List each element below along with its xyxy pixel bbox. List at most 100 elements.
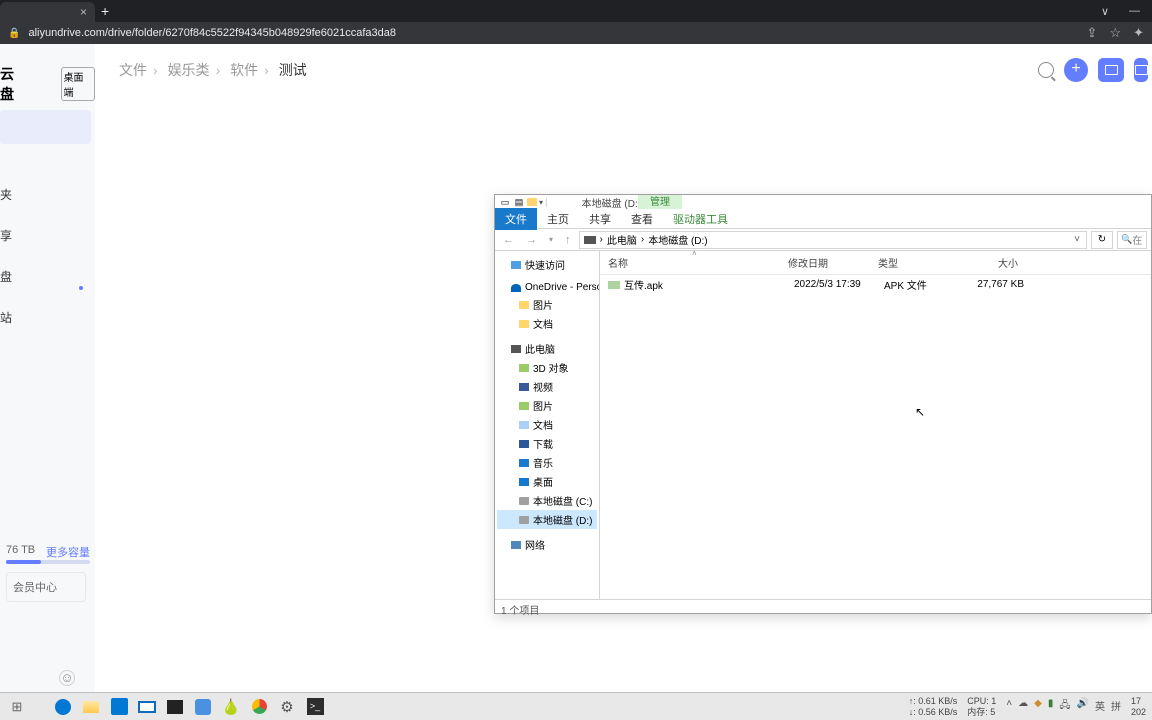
breadcrumb-current: 测试 (279, 62, 307, 78)
tree-pictures2[interactable]: 图片 (497, 396, 597, 415)
qat-dropdown-icon[interactable]: ▾ (539, 198, 543, 207)
tree-desktop[interactable]: 桌面 (497, 472, 597, 491)
tray-network-icon[interactable]: 🖧 (1059, 698, 1070, 715)
clock[interactable]: 17 202 (1131, 696, 1146, 718)
extensions-icon[interactable]: ✦ (1133, 25, 1144, 41)
file-size: 27,767 KB (964, 279, 1024, 290)
aliyun-drive-page: 云盘 桌面端 夹 享 盘 站 76 TB 更多容量 会员中心 ☺ 文件› 娱乐类… (0, 44, 1152, 692)
url-text[interactable]: aliyundrive.com/drive/folder/6270f84c552… (28, 27, 1078, 39)
more-button[interactable] (1134, 58, 1148, 82)
ribbon-tab-share[interactable]: 共享 (579, 208, 621, 230)
refresh-icon[interactable]: ↻ (1091, 231, 1113, 249)
search-icon[interactable] (1038, 62, 1054, 78)
ime-en[interactable]: 英 (1095, 698, 1105, 715)
minimize-icon[interactable]: ∨ (1101, 5, 1109, 18)
feedback-icon[interactable]: ☺ (59, 670, 75, 686)
tree-onedrive[interactable]: OneDrive - Persona (497, 280, 597, 295)
tray-app-icon[interactable]: ▮ (1048, 698, 1054, 715)
ribbon-manage-label: 管理 (638, 195, 682, 209)
tree-this-pc[interactable]: 此电脑 (497, 339, 597, 358)
add-button[interactable]: + (1064, 58, 1088, 82)
taskbar-calendar-icon[interactable] (108, 696, 130, 718)
tree-music[interactable]: 音乐 (497, 453, 597, 472)
tray-volume-icon[interactable]: 🔊 (1077, 698, 1089, 715)
taskbar-yu-icon[interactable] (192, 696, 214, 718)
member-center-button[interactable]: 会员中心 (6, 572, 86, 602)
tree-videos[interactable]: 视频 (497, 377, 597, 396)
ribbon-tab-home[interactable]: 主页 (537, 208, 579, 230)
desktop-client-button[interactable]: 桌面端 (61, 67, 95, 101)
file-row[interactable]: 互传.apk 2022/5/3 17:39 APK 文件 27,767 KB (600, 275, 1151, 294)
taskbar-mail-icon[interactable] (136, 696, 158, 718)
taskbar-settings-icon[interactable]: ⚙ (276, 696, 298, 718)
taskbar-terminal-icon[interactable]: >_ (304, 696, 326, 718)
system-tray: ↑: 0.61 KB/s ↓: 0.56 KB/s CPU: 1 内存: 5 ˄… (909, 696, 1146, 718)
tray-chevron-icon[interactable]: ˄ (1006, 698, 1012, 715)
column-date[interactable]: 修改日期 (788, 255, 878, 270)
sidebar-item-drive[interactable]: 盘 (0, 256, 95, 297)
path-dropdown-icon[interactable]: ˅ (1074, 234, 1080, 245)
close-hint-icon[interactable]: — (1129, 5, 1140, 18)
explorer-search-input[interactable]: 🔍在 (1117, 231, 1147, 249)
tree-pictures[interactable]: 图片 (497, 295, 597, 314)
path-box[interactable]: › 此电脑 › 本地磁盘 (D:) ˅ (579, 231, 1087, 249)
breadcrumb-item[interactable]: 娱乐类 (168, 62, 210, 78)
tree-documents[interactable]: 文档 (497, 314, 597, 333)
storage-info: 76 TB 更多容量 会员中心 (0, 544, 96, 602)
column-size[interactable]: 大小 (958, 255, 1018, 270)
tree-quick-access[interactable]: 快速访问 (497, 255, 597, 274)
ribbon-tab-file[interactable]: 文件 (495, 208, 537, 230)
sidebar-item-favorites[interactable]: 夹 (0, 174, 95, 215)
share-icon[interactable]: ⇪ (1087, 25, 1098, 41)
lock-icon: 🔒 (8, 28, 20, 39)
tree-drive-c[interactable]: 本地磁盘 (C:) (497, 491, 597, 510)
breadcrumb-item[interactable]: 文件 (119, 62, 147, 78)
explorer-status-bar: 1 个项目 (495, 599, 1151, 615)
start-button[interactable]: ⊞ (6, 696, 28, 718)
path-segment[interactable]: 本地磁盘 (D:) (648, 232, 707, 247)
more-capacity-link[interactable]: 更多容量 (46, 544, 90, 560)
system-menu-icon[interactable]: ▭ (499, 196, 511, 208)
taskbar-chrome-icon[interactable] (248, 696, 270, 718)
path-segment[interactable]: 此电脑 (607, 232, 637, 247)
properties-icon[interactable]: ▤ (513, 196, 525, 208)
explorer-window: 管理 ▭ ▤ ▾ | 本地磁盘 (D:) 文件 主页 共享 查看 驱动器工具 ←… (494, 194, 1152, 614)
nav-up-icon[interactable]: ↑ (561, 234, 575, 246)
taskbar-edge-icon[interactable] (52, 696, 74, 718)
tree-downloads[interactable]: 下载 (497, 434, 597, 453)
nav-back-icon[interactable]: ← (499, 234, 518, 246)
column-type[interactable]: 类型 (878, 255, 958, 270)
taskbar-pear-icon[interactable]: 🍐 (220, 696, 242, 718)
transfer-button[interactable] (1098, 58, 1124, 82)
aliyun-toolbar: + (1038, 58, 1148, 82)
folder-icon[interactable] (527, 198, 537, 206)
tree-3d-objects[interactable]: 3D 对象 (497, 358, 597, 377)
tree-docs2[interactable]: 文档 (497, 415, 597, 434)
apk-file-icon (608, 281, 620, 289)
sidebar-item-recycle[interactable]: 站 (0, 297, 95, 338)
sidebar-item-files[interactable] (0, 110, 91, 144)
star-icon[interactable]: ☆ (1109, 25, 1121, 41)
column-name[interactable]: 名称 (608, 255, 788, 270)
breadcrumb: 文件› 娱乐类› 软件› 测试 (119, 60, 1152, 80)
tree-drive-d[interactable]: 本地磁盘 (D:) (497, 510, 597, 529)
ribbon-tab-view[interactable]: 查看 (621, 208, 663, 230)
new-tab-button[interactable]: + (95, 3, 115, 19)
taskbar-images-icon[interactable] (164, 696, 186, 718)
tree-network[interactable]: 网络 (497, 535, 597, 554)
ribbon-tab-drivetools[interactable]: 驱动器工具 (663, 208, 738, 230)
network-stats: ↑: 0.61 KB/s ↓: 0.56 KB/s (909, 696, 958, 718)
browser-tab[interactable]: × (0, 2, 95, 22)
breadcrumb-item[interactable]: 软件 (230, 62, 258, 78)
tray-security-icon[interactable]: ◆ (1034, 698, 1042, 715)
sidebar-item-share[interactable]: 享 (0, 215, 95, 256)
tab-close-icon[interactable]: × (80, 5, 87, 19)
tray-cloud-icon[interactable]: ☁ (1018, 698, 1028, 715)
file-name: 互传.apk (624, 277, 794, 292)
ime-pinyin[interactable]: 拼 (1111, 698, 1121, 715)
nav-forward-icon[interactable]: → (522, 234, 541, 246)
taskbar-explorer-icon[interactable] (80, 696, 102, 718)
browser-tab-strip: × + ∨ — (0, 0, 1152, 22)
nav-history-icon[interactable]: ▾ (545, 235, 557, 244)
file-date: 2022/5/3 17:39 (794, 279, 884, 290)
